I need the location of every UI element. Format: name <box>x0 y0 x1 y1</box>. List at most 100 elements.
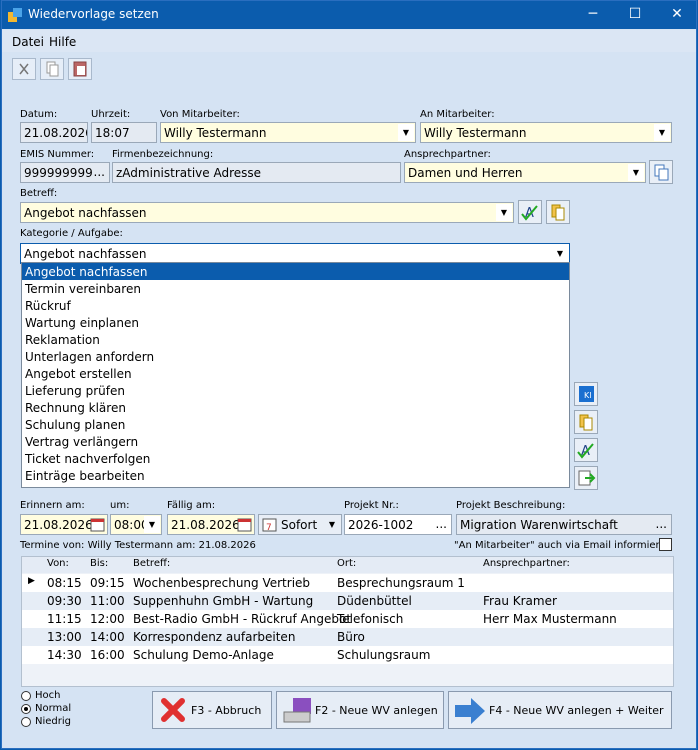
abbruch-label: F3 - Abbruch <box>191 704 262 717</box>
faellig-date-field[interactable]: 21.08.2026 <box>167 514 255 535</box>
datum-field[interactable]: 21.08.2026 <box>20 122 88 143</box>
priority-niedrig-radio[interactable] <box>21 717 31 727</box>
betreff-select[interactable]: Angebot nachfassen ▼ <box>20 202 514 223</box>
von-mitarbeiter-select[interactable]: Willy Testermann ▼ <box>160 122 416 143</box>
cell-bis: 16:00 <box>90 648 125 662</box>
datum-label: Datum: <box>20 109 58 120</box>
kategorie-option[interactable]: Angebot nachfassen <box>22 263 569 280</box>
erinnern-value: 21.08.2026 <box>24 518 93 532</box>
ansprech-label: Ansprechpartner: <box>404 149 491 160</box>
chevron-down-icon: ▼ <box>496 204 512 221</box>
emis-lookup-button[interactable]: ... <box>94 165 105 179</box>
kategorie-option[interactable]: Vertrag verlängern <box>22 433 569 450</box>
table-row[interactable]: 11:15 12:00 Best-Radio GmbH - Rückruf Ange… <box>22 610 673 628</box>
svg-text:Kl: Kl <box>584 391 591 400</box>
copy-icon[interactable] <box>40 58 64 80</box>
priority-hoch-radio[interactable] <box>21 691 31 701</box>
table-row[interactable]: ▶ 08:15 09:15 Wochenbesprechung Vertrieb Bes… <box>22 574 673 592</box>
menu-bar: Datei Hilfe <box>2 30 696 52</box>
menu-hilfe[interactable]: Hilfe <box>49 35 76 49</box>
kategorie-option[interactable]: Rechnung klären <box>22 399 569 416</box>
projekt-beschr-label: Projekt Beschreibung: <box>456 500 566 511</box>
sofort-select[interactable]: 7 Sofort ▼ <box>258 514 342 535</box>
firma-field: zAdministrative Adresse <box>112 162 401 183</box>
export-icon[interactable] <box>574 466 598 490</box>
col-ansprech[interactable]: Ansprechpartner: <box>483 558 570 569</box>
cell-ort: Büro <box>337 630 365 644</box>
email-inform-checkbox[interactable] <box>659 538 672 551</box>
chevron-down-icon: ▼ <box>144 516 160 533</box>
um-time-select[interactable]: 08:00 ▼ <box>110 514 162 535</box>
kategorie-option[interactable]: Lieferung prüfen <box>22 382 569 399</box>
uhrzeit-field[interactable]: 18:07 <box>91 122 157 143</box>
maximize-button[interactable]: ☐ <box>624 3 646 25</box>
cell-betreff: Schulung Demo-Anlage <box>133 648 274 662</box>
termine-grid: Von: Bis: Betreff: Ort: Ansprechpartner:… <box>21 556 674 687</box>
col-betreff[interactable]: Betreff: <box>133 558 170 569</box>
calendar-icon[interactable] <box>90 517 105 532</box>
outlook-icon[interactable]: Kl <box>574 382 598 406</box>
app-icon <box>8 8 22 22</box>
priority-normal-radio[interactable] <box>21 704 31 714</box>
toolbar <box>2 55 696 83</box>
copy-contact-icon[interactable] <box>649 160 673 184</box>
spellcheck-icon[interactable]: A <box>518 200 542 224</box>
table-row[interactable]: 14:30 16:00 Schulung Demo-Anlage Schulungsr… <box>22 646 673 664</box>
faellig-value: 21.08.2026 <box>171 518 240 532</box>
abbruch-button[interactable]: F3 - Abbruch <box>152 691 272 729</box>
projekt-beschr-field[interactable]: Migration Warenwirtschaft... <box>456 514 672 535</box>
table-row[interactable]: 13:00 14:00 Korrespondenz aufarbeiten Büro <box>22 628 673 646</box>
neue-wv-button[interactable]: F2 - Neue WV anlegen <box>276 691 444 729</box>
chevron-down-icon: ▼ <box>398 124 414 141</box>
ansprech-select[interactable]: Damen und Herren ▼ <box>404 162 646 183</box>
kategorie-option[interactable]: Termin vereinbaren <box>22 280 569 297</box>
cell-ort: Besprechungsraum 1 <box>337 576 465 590</box>
window-title: Wiedervorlage setzen <box>28 7 159 21</box>
projekt-lookup-button[interactable]: ... <box>436 517 447 531</box>
calendar-icon[interactable] <box>237 517 252 532</box>
title-bar: Wiedervorlage setzen ─ ☐ ✕ <box>2 1 696 29</box>
chevron-down-icon: ▼ <box>552 245 568 262</box>
projekt-nr-field[interactable]: 2026-1002... <box>344 514 452 535</box>
betreff-value: Angebot nachfassen <box>24 206 147 220</box>
erinnern-label: Erinnern am: <box>20 500 85 511</box>
cell-ort: Schulungsraum <box>337 648 431 662</box>
uhrzeit-label: Uhrzeit: <box>91 109 131 120</box>
spellcheck-icon[interactable]: A <box>574 438 598 462</box>
menu-datei[interactable]: Datei <box>12 35 44 49</box>
an-mitarbeiter-select[interactable]: Willy Testermann ▼ <box>420 122 672 143</box>
neue-wv-weiter-button[interactable]: F4 - Neue WV anlegen + Weiter <box>448 691 672 729</box>
emis-field[interactable]: 999999999... <box>20 162 110 183</box>
kategorie-option[interactable]: Rückruf <box>22 297 569 314</box>
kategorie-option[interactable]: Angebot erstellen <box>22 365 569 382</box>
kategorie-option[interactable]: Schulung planen <box>22 416 569 433</box>
cell-von: 11:15 <box>47 612 82 626</box>
an-mitarbeiter-label: An Mitarbeiter: <box>420 109 495 120</box>
cell-von: 14:30 <box>47 648 82 662</box>
kategorie-option[interactable]: Wartung einplanen <box>22 314 569 331</box>
neue-wv-weiter-label: F4 - Neue WV anlegen + Weiter <box>489 704 664 717</box>
svg-text:7: 7 <box>266 523 272 532</box>
kategorie-select[interactable]: Angebot nachfassen ▼ <box>20 243 570 264</box>
minimize-button[interactable]: ─ <box>582 3 604 25</box>
row-pointer-icon: ▶ <box>28 576 35 586</box>
col-von[interactable]: Von: <box>47 558 69 569</box>
col-bis[interactable]: Bis: <box>90 558 108 569</box>
cut-icon[interactable] <box>12 58 36 80</box>
text-blocks-icon[interactable] <box>574 410 598 434</box>
kategorie-option[interactable]: Unterlagen anfordern <box>22 348 569 365</box>
cell-betreff: Suppenhuhn GmbH - Wartung <box>133 594 314 608</box>
kategorie-option[interactable]: Reklamation <box>22 331 569 348</box>
erinnern-date-field[interactable]: 21.08.2026 <box>20 514 108 535</box>
kategorie-option[interactable]: Einträge bearbeiten <box>22 467 569 484</box>
projekt-beschr-button[interactable]: ... <box>656 517 667 531</box>
projekt-nr-label: Projekt Nr.: <box>344 500 399 511</box>
kategorie-option[interactable]: Ticket nachverfolgen <box>22 450 569 467</box>
text-blocks-icon[interactable] <box>546 200 570 224</box>
table-row[interactable]: 09:30 11:00 Suppenhuhn GmbH - Wartung Düden… <box>22 592 673 610</box>
close-button[interactable]: ✕ <box>666 3 688 25</box>
cancel-x-icon <box>161 698 185 722</box>
col-ort[interactable]: Ort: <box>337 558 356 569</box>
email-inform-label: "An Mitarbeiter" auch via Email informie… <box>454 540 672 551</box>
paste-icon[interactable] <box>68 58 92 80</box>
